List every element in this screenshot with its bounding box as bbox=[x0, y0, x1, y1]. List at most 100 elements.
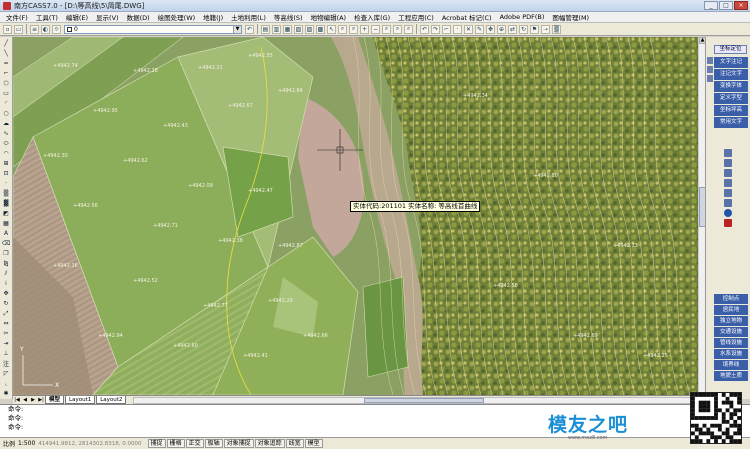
snap-icon[interactable]: ⊕ bbox=[497, 24, 506, 34]
model-toggle[interactable]: 模型 bbox=[304, 439, 323, 448]
text-icon[interactable]: A bbox=[1, 229, 11, 238]
arrow-icon[interactable]: ➝ bbox=[541, 24, 550, 34]
layer-state-icon[interactable]: ◐ bbox=[41, 24, 50, 34]
mirror-icon[interactable]: ⧎ bbox=[1, 259, 11, 268]
make-block-icon[interactable]: ⊡ bbox=[1, 169, 11, 178]
multiline-icon[interactable]: ═ bbox=[1, 59, 11, 68]
undo-icon[interactable]: ↶ bbox=[420, 24, 429, 34]
insert-block-icon[interactable]: ⊞ bbox=[1, 159, 11, 168]
menu-independent-feature[interactable]: 独立地物 bbox=[714, 316, 748, 326]
polar-toggle[interactable]: 极轴 bbox=[204, 439, 223, 448]
menu-residential[interactable]: 居民地 bbox=[714, 305, 748, 315]
otrack-toggle[interactable]: 对象追踪 bbox=[254, 439, 285, 448]
lineweight-toggle[interactable]: 线宽 bbox=[285, 439, 304, 448]
fillet-icon[interactable]: ◟ bbox=[1, 379, 11, 388]
move-icon[interactable]: ✥ bbox=[1, 289, 11, 298]
menu-note-text[interactable]: 注记文字 bbox=[714, 69, 748, 80]
trim-icon[interactable]: ✂ bbox=[1, 329, 11, 338]
zoom-in-icon[interactable]: + bbox=[360, 24, 369, 34]
menu-change-font[interactable]: 变换字体 bbox=[714, 81, 748, 92]
zoom-all-icon[interactable]: ⌕ bbox=[404, 24, 413, 34]
symbol-icon[interactable] bbox=[724, 149, 732, 157]
tab-model[interactable]: 模型 bbox=[45, 396, 65, 404]
menu-tools[interactable]: 工具(T) bbox=[32, 12, 62, 22]
grid-toggle[interactable]: 栅格 bbox=[166, 439, 185, 448]
region-icon[interactable]: ◩ bbox=[1, 209, 11, 218]
layer-select[interactable]: 0 ▼ bbox=[64, 24, 242, 34]
zoom-out-icon[interactable]: − bbox=[371, 24, 380, 34]
ellipse-arc-icon[interactable]: ◠ bbox=[1, 149, 11, 158]
menu-cadastre[interactable]: 地籍(J) bbox=[199, 12, 227, 22]
rotate-icon[interactable]: ↻ bbox=[519, 24, 528, 34]
tab-layout2[interactable]: Layout2 bbox=[96, 396, 127, 404]
grid-icon[interactable]: ▧ bbox=[294, 24, 303, 34]
horizontal-scrollbar[interactable] bbox=[133, 396, 705, 404]
info-icon[interactable] bbox=[724, 209, 732, 217]
text-tool-icon[interactable] bbox=[707, 57, 713, 64]
scale-value[interactable]: 1:500 bbox=[18, 440, 35, 447]
rectangle-icon[interactable]: ▭ bbox=[1, 89, 11, 98]
copy-icon[interactable]: ❐ bbox=[1, 249, 11, 258]
text-tool-icon[interactable] bbox=[707, 66, 713, 73]
hatch-icon[interactable]: ▒ bbox=[552, 24, 561, 34]
tab-layout1[interactable]: Layout1 bbox=[65, 396, 96, 404]
ellipse-icon[interactable]: ⬭ bbox=[1, 139, 11, 148]
menu-landuse[interactable]: 土地利用(L) bbox=[227, 12, 270, 22]
pan-icon[interactable]: ✥ bbox=[486, 24, 495, 34]
revcloud-icon[interactable]: ☁ bbox=[1, 119, 11, 128]
pointer-icon[interactable]: ↖ bbox=[327, 24, 336, 34]
stretch-icon[interactable]: ⇔ bbox=[1, 319, 11, 328]
hscroll-thumb[interactable] bbox=[364, 397, 485, 403]
gradient-icon[interactable]: ▓ bbox=[1, 199, 11, 208]
note-icon[interactable]: 注 bbox=[1, 359, 11, 368]
line-icon[interactable]: ╱ bbox=[1, 39, 11, 48]
symbol-icon[interactable] bbox=[724, 189, 732, 197]
insert-icon[interactable]: ▩ bbox=[316, 24, 325, 34]
symbol-icon[interactable] bbox=[724, 169, 732, 177]
menu-feature-edit[interactable]: 地物编辑(A) bbox=[307, 12, 351, 22]
menu-file[interactable]: 文件(F) bbox=[2, 12, 32, 22]
menu-boundary[interactable]: 境界线 bbox=[714, 360, 748, 370]
coordinate-locate-button[interactable]: 坐标定位 bbox=[714, 45, 747, 54]
zoom-realtime-icon[interactable]: ⌕ bbox=[338, 24, 347, 34]
symbol-icon[interactable] bbox=[724, 179, 732, 187]
explode-icon[interactable]: ✱ bbox=[1, 389, 11, 398]
menu-define-style[interactable]: 定义字型 bbox=[714, 93, 748, 104]
menu-check[interactable]: 检查入库(G) bbox=[350, 12, 394, 22]
block-icon[interactable]: ▨ bbox=[305, 24, 314, 34]
menu-text-annotation[interactable]: 文字注记 bbox=[714, 57, 748, 68]
break-icon[interactable]: ⊥ bbox=[1, 349, 11, 358]
layer-light-icon[interactable]: ☼ bbox=[52, 24, 61, 34]
drawing-canvas[interactable]: +4942.74 +4942.18 +4942.21 +4942.55 +4942.95… bbox=[13, 37, 698, 395]
menu-coord-elevation[interactable]: 坐标坪高 bbox=[714, 105, 748, 116]
move-icon[interactable]: ⇄ bbox=[508, 24, 517, 34]
polyline-icon[interactable]: ⌐ bbox=[1, 69, 11, 78]
layer-manager-icon[interactable]: ≡ bbox=[30, 24, 39, 34]
menu-pipeline[interactable]: 管线设施 bbox=[714, 338, 748, 348]
hatch-icon[interactable]: ▒ bbox=[1, 189, 11, 198]
menu-water-system[interactable]: 水系设施 bbox=[714, 349, 748, 359]
point-icon[interactable]: · bbox=[453, 24, 462, 34]
snap-toggle[interactable]: 捕捉 bbox=[147, 439, 166, 448]
menu-control-point[interactable]: 控制点 bbox=[714, 294, 748, 304]
symbol-icon[interactable] bbox=[724, 159, 732, 167]
zoom-previous-icon[interactable]: ⌕ bbox=[382, 24, 391, 34]
menu-engineering[interactable]: 工程应用(C) bbox=[394, 12, 438, 22]
menu-common-text[interactable]: 常用文字 bbox=[714, 117, 748, 128]
offset-icon[interactable]: ⫽ bbox=[1, 269, 11, 278]
table-icon[interactable]: ▦ bbox=[283, 24, 292, 34]
spline-icon[interactable]: ∿ bbox=[1, 129, 11, 138]
prev-tab-icon[interactable]: ◀ bbox=[21, 397, 29, 404]
construction-line-icon[interactable]: ╲ bbox=[1, 49, 11, 58]
rotate-icon[interactable]: ↻ bbox=[1, 299, 11, 308]
symbol-icon[interactable] bbox=[724, 199, 732, 207]
menu-data[interactable]: 数据(D) bbox=[123, 12, 154, 22]
point-icon[interactable]: · bbox=[1, 179, 11, 188]
node-icon[interactable]: ✕ bbox=[464, 24, 473, 34]
text-tool-icon[interactable] bbox=[707, 75, 713, 82]
close-button[interactable]: × bbox=[734, 1, 748, 10]
maximize-button[interactable]: □ bbox=[719, 1, 733, 10]
menu-landform[interactable]: 地貌土质 bbox=[714, 371, 748, 381]
menu-edit[interactable]: 编辑(E) bbox=[62, 12, 92, 22]
polyline-icon[interactable]: ⌐ bbox=[442, 24, 451, 34]
